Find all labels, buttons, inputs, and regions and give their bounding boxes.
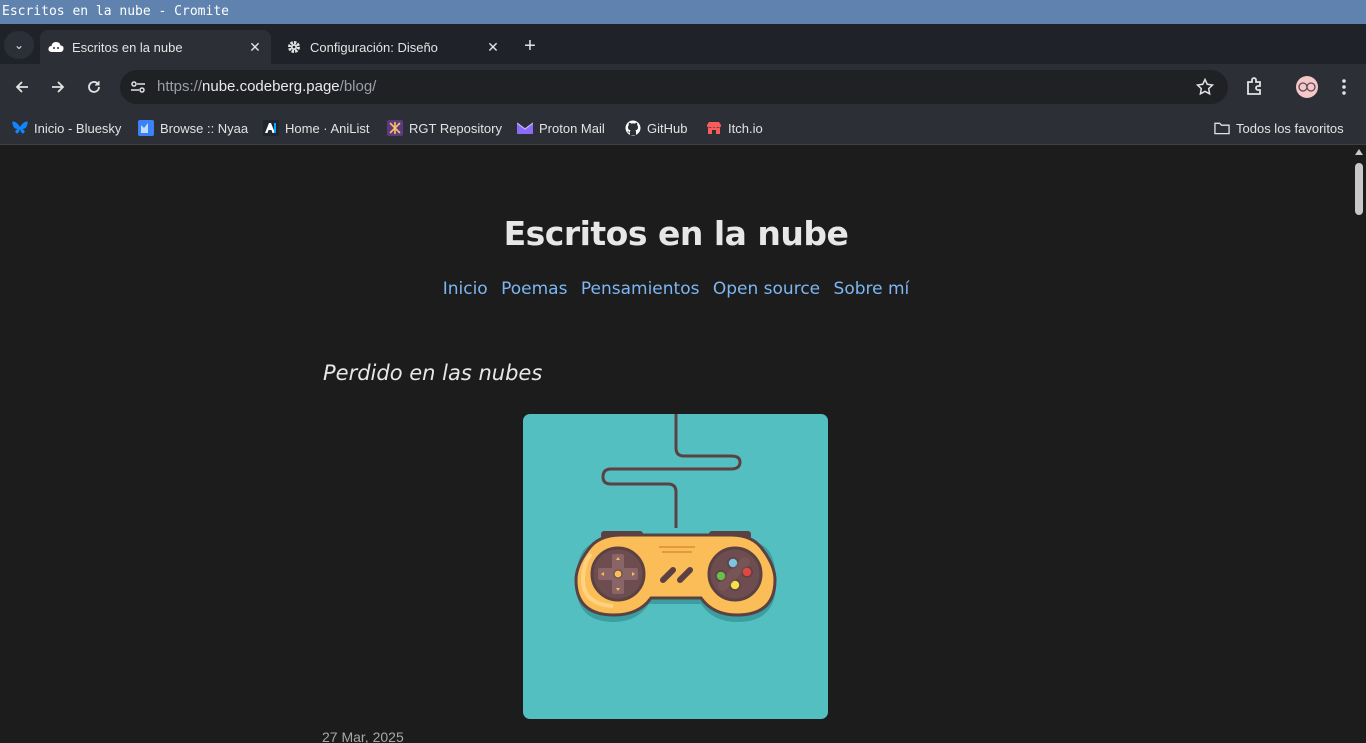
post-image[interactable] [523, 414, 828, 719]
bookmark-label: Todos los favoritos [1236, 120, 1344, 136]
nav-link-inicio[interactable]: Inicio [443, 279, 488, 299]
back-button[interactable] [8, 73, 36, 101]
bluesky-icon [12, 120, 28, 136]
game-controller-icon [574, 414, 777, 622]
nav-link-pensamientos[interactable]: Pensamientos [581, 279, 700, 299]
site-info-icon[interactable] [128, 77, 148, 97]
bookmark-protonmail[interactable]: Proton Mail [517, 115, 605, 141]
url-host: nube.codeberg.page [202, 78, 340, 95]
close-icon[interactable]: ✕ [483, 37, 503, 57]
bookmark-label: Proton Mail [539, 120, 605, 136]
bookmarks-bar: Inicio - Bluesky Browse :: Nyaa Home · A… [0, 110, 1366, 145]
anilist-icon [263, 120, 279, 136]
toolbar: https://nube.codeberg.page/blog/ [0, 64, 1366, 110]
itchio-icon [706, 120, 722, 136]
post-title[interactable]: Perdido en las nubes [323, 361, 542, 385]
more-vert-icon [1342, 79, 1346, 95]
extensions-icon[interactable] [1243, 75, 1267, 99]
gear-icon [286, 39, 302, 55]
rgt-icon [387, 120, 403, 136]
scroll-up-arrow-icon[interactable] [1355, 149, 1363, 155]
folder-icon [1214, 120, 1230, 136]
bookmark-bluesky[interactable]: Inicio - Bluesky [12, 115, 121, 141]
tab-escritos[interactable]: Escritos en la nube ✕ [40, 30, 271, 64]
tab-label: Configuración: Diseño [310, 39, 438, 55]
plus-icon: + [524, 34, 536, 57]
bookmark-label: GitHub [647, 120, 688, 136]
scroll-thumb[interactable] [1355, 163, 1363, 215]
bookmark-label: Itch.io [728, 120, 763, 136]
protonmail-icon [517, 120, 533, 136]
arrow-right-icon [52, 81, 65, 93]
bookmark-anilist[interactable]: Home · AniList [263, 115, 370, 141]
bookmark-star-icon[interactable] [1196, 78, 1214, 96]
post-date: 27 Mar, 2025 [322, 729, 404, 743]
profile-avatar[interactable] [1296, 76, 1318, 98]
address-bar[interactable]: https://nube.codeberg.page/blog/ [120, 70, 1228, 104]
vertical-scrollbar[interactable] [1352, 145, 1366, 743]
github-icon [625, 120, 641, 136]
site-nav: Inicio Poemas Pensamientos Open source S… [0, 279, 1352, 299]
bookmark-label: RGT Repository [409, 120, 502, 136]
bookmark-label: Browse :: Nyaa [160, 120, 249, 136]
forward-button[interactable] [44, 73, 72, 101]
tab-configuracion[interactable]: Configuración: Diseño ✕ [278, 30, 509, 64]
nyaa-icon [138, 120, 154, 136]
window-title: Escritos en la nube - Cromite [0, 0, 1366, 24]
menu-button[interactable] [1334, 75, 1354, 99]
bookmark-label: Inicio - Bluesky [34, 120, 122, 136]
close-icon[interactable]: ✕ [245, 37, 265, 57]
bookmark-rgt[interactable]: RGT Repository [387, 115, 502, 141]
bookmark-github[interactable]: GitHub [625, 115, 687, 141]
arrow-left-icon [15, 81, 28, 93]
bookmark-itchio[interactable]: Itch.io [706, 115, 763, 141]
page-content: Escritos en la nube Inicio Poemas Pensam… [0, 145, 1352, 743]
nav-link-sobre-mi[interactable]: Sobre mí [834, 279, 910, 299]
chevron-down-icon: ⌄ [13, 38, 25, 52]
url-text[interactable]: https://nube.codeberg.page/blog/ [157, 70, 376, 104]
site-title: Escritos en la nube [503, 214, 849, 253]
bookmark-nyaa[interactable]: Browse :: Nyaa [138, 115, 248, 141]
bookmark-label: Home · AniList [285, 120, 370, 136]
cloud-icon [48, 39, 64, 55]
tab-search-button[interactable]: ⌄ [4, 31, 34, 59]
nav-link-open-source[interactable]: Open source [713, 279, 820, 299]
url-path: /blog/ [339, 78, 377, 95]
reload-button[interactable] [80, 73, 108, 101]
nav-link-poemas[interactable]: Poemas [501, 279, 567, 299]
all-bookmarks-folder[interactable]: Todos los favoritos [1214, 115, 1344, 141]
tab-label: Escritos en la nube [72, 39, 183, 55]
new-tab-button[interactable]: + [518, 34, 542, 58]
tab-strip: ⌄ Escritos en la nube ✕ Configuración: D… [0, 24, 1366, 64]
reload-icon [88, 81, 100, 93]
url-scheme: https:// [157, 78, 203, 95]
